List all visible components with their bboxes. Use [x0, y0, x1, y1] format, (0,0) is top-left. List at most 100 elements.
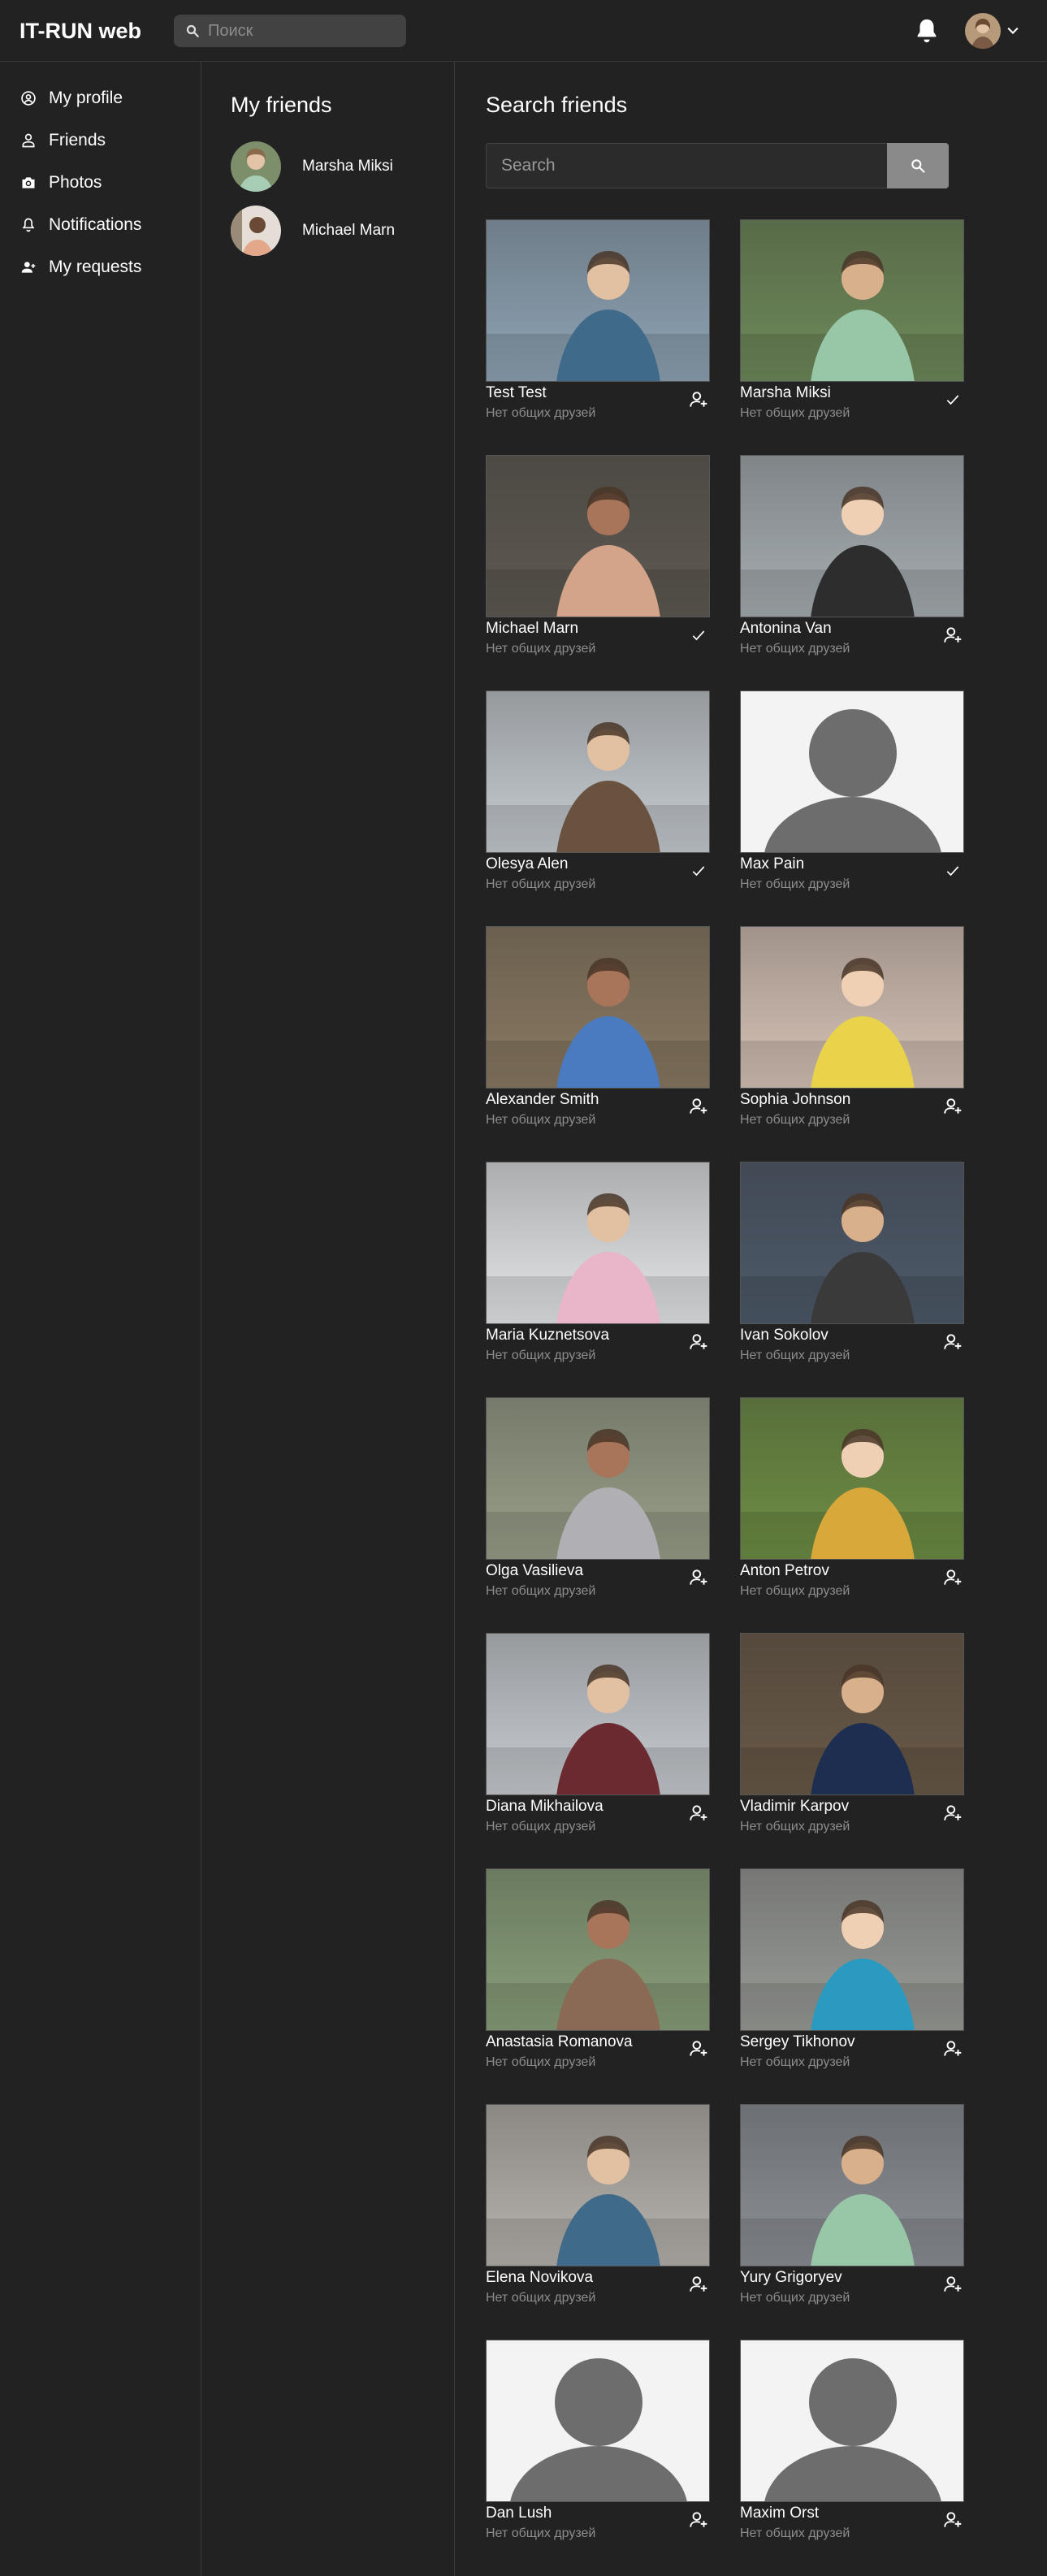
person-photo[interactable] [740, 2104, 964, 2266]
friend-added-button[interactable] [941, 388, 964, 411]
chevron-down-icon[interactable] [1004, 23, 1022, 39]
person-name[interactable]: Anastasia Romanova [486, 2033, 633, 2051]
person-name[interactable]: Maria Kuznetsova [486, 1327, 609, 1344]
person-name[interactable]: Olesya Alen [486, 855, 568, 873]
person-name[interactable]: Max Pain [740, 855, 804, 873]
person-card[interactable]: Diana Mikhailova Нет общих друзей [486, 1633, 710, 1842]
person-name[interactable]: Anton Petrov [740, 1562, 829, 1580]
person-photo[interactable] [740, 1162, 964, 1324]
person-photo[interactable] [486, 455, 710, 617]
person-card[interactable]: Sergey Tikhonov Нет общих друзей [740, 1868, 964, 2078]
person-card[interactable]: Sophia Johnson Нет общих друзей [740, 926, 964, 1136]
person-card[interactable]: Ivan Sokolov Нет общих друзей [740, 1162, 964, 1371]
person-card[interactable]: Antonina Van Нет общих друзей [740, 455, 964, 665]
person-name[interactable]: Sergey Tikhonov [740, 2033, 855, 2051]
add-friend-button[interactable] [941, 1566, 964, 1589]
sidebar-item-photos[interactable]: Photos [19, 168, 102, 197]
person-card[interactable]: Max Pain Нет общих друзей [740, 691, 964, 900]
person-card[interactable]: Olga Vasilieva Нет общих друзей [486, 1397, 710, 1607]
add-friend-button[interactable] [687, 2037, 710, 2060]
add-friend-button[interactable] [941, 2273, 964, 2296]
person-name[interactable]: Olga Vasilieva [486, 1562, 583, 1580]
person-photo[interactable] [486, 1397, 710, 1560]
person-card[interactable]: Olesya Alen Нет общих друзей [486, 691, 710, 900]
add-friend-button[interactable] [687, 1566, 710, 1589]
friend-added-button[interactable] [687, 859, 710, 882]
sidebar-item-friends[interactable]: Friends [19, 126, 106, 155]
friend-item[interactable]: Michael Marn [231, 206, 395, 256]
sidebar-item-notifications[interactable]: Notifications [19, 210, 141, 240]
person-photo[interactable] [486, 1633, 710, 1795]
add-friend-icon [688, 1567, 709, 1588]
add-friend-button[interactable] [941, 1331, 964, 1353]
person-card[interactable]: Michael Marn Нет общих друзей [486, 455, 710, 665]
person-card[interactable]: Maxim Orst Нет общих друзей [740, 2340, 964, 2549]
person-name[interactable]: Diana Mikhailova [486, 1798, 604, 1816]
person-card[interactable]: Dan Lush Нет общих друзей [486, 2340, 710, 2549]
add-friend-button[interactable] [687, 1095, 710, 1118]
person-name[interactable]: Yury Grigoryev [740, 2269, 842, 2287]
friend-search-button[interactable] [887, 143, 949, 188]
add-friend-button[interactable] [941, 2509, 964, 2531]
add-friend-button[interactable] [687, 2509, 710, 2531]
site-logo[interactable]: IT-RUN web [19, 16, 141, 45]
global-search[interactable] [174, 15, 406, 47]
person-name[interactable]: Michael Marn [486, 620, 578, 638]
add-friend-button[interactable] [687, 1802, 710, 1825]
person-name[interactable]: Antonina Van [740, 620, 832, 638]
person-photo[interactable] [740, 1633, 964, 1795]
person-card[interactable]: Maria Kuznetsova Нет общих друзей [486, 1162, 710, 1371]
person-photo[interactable] [740, 219, 964, 382]
person-card[interactable]: Yury Grigoryev Нет общих друзей [740, 2104, 964, 2314]
add-friend-button[interactable] [687, 1331, 710, 1353]
person-name[interactable]: Ivan Sokolov [740, 1327, 829, 1344]
friend-search[interactable] [486, 143, 949, 188]
person-name[interactable]: Test Test [486, 384, 547, 402]
sidebar-item-my-profile[interactable]: My profile [19, 84, 123, 113]
person-card[interactable]: Anton Petrov Нет общих друзей [740, 1397, 964, 1607]
friend-added-button[interactable] [941, 859, 964, 882]
person-card[interactable]: Alexander Smith Нет общих друзей [486, 926, 710, 1136]
person-name[interactable]: Vladimir Karpov [740, 1798, 849, 1816]
add-friend-button[interactable] [941, 2037, 964, 2060]
global-search-input[interactable] [208, 15, 395, 47]
person-name[interactable]: Alexander Smith [486, 1091, 599, 1109]
person-card[interactable]: Anastasia Romanova Нет общих друзей [486, 1868, 710, 2078]
friend-item[interactable]: Marsha Miksi [231, 141, 393, 192]
person-name[interactable]: Maxim Orst [740, 2505, 819, 2522]
mutual-friends-text: Нет общих друзей [740, 1584, 850, 1598]
person-photo[interactable] [740, 691, 964, 853]
friend-search-input[interactable] [486, 143, 887, 188]
sidebar-item-my-requests[interactable]: My requests [19, 253, 141, 282]
person-photo[interactable] [486, 691, 710, 853]
person-card[interactable]: Vladimir Karpov Нет общих друзей [740, 1633, 964, 1842]
friend-added-button[interactable] [687, 624, 710, 647]
add-friend-button[interactable] [941, 1095, 964, 1118]
avatar[interactable] [965, 13, 1001, 49]
user-menu[interactable] [965, 13, 1022, 49]
add-friend-button[interactable] [687, 2273, 710, 2296]
person-photo[interactable] [486, 1868, 710, 2031]
person-card[interactable]: Marsha Miksi Нет общих друзей [740, 219, 964, 429]
person-photo[interactable] [486, 926, 710, 1089]
person-card[interactable]: Elena Novikova Нет общих друзей [486, 2104, 710, 2314]
person-photo[interactable] [486, 2104, 710, 2266]
person-photo[interactable] [740, 2340, 964, 2502]
check-icon [945, 863, 961, 879]
person-photo[interactable] [486, 1162, 710, 1324]
person-name[interactable]: Elena Novikova [486, 2269, 593, 2287]
person-photo[interactable] [740, 1397, 964, 1560]
person-photo[interactable] [740, 455, 964, 617]
person-photo[interactable] [486, 219, 710, 382]
person-name[interactable]: Dan Lush [486, 2505, 552, 2522]
person-name[interactable]: Sophia Johnson [740, 1091, 850, 1109]
bell-icon[interactable] [913, 16, 941, 45]
person-photo[interactable] [740, 1868, 964, 2031]
add-friend-button[interactable] [687, 388, 710, 411]
person-photo[interactable] [486, 2340, 710, 2502]
person-name[interactable]: Marsha Miksi [740, 384, 831, 402]
add-friend-button[interactable] [941, 1802, 964, 1825]
person-card[interactable]: Test Test Нет общих друзей [486, 219, 710, 429]
person-photo[interactable] [740, 926, 964, 1089]
add-friend-button[interactable] [941, 624, 964, 647]
